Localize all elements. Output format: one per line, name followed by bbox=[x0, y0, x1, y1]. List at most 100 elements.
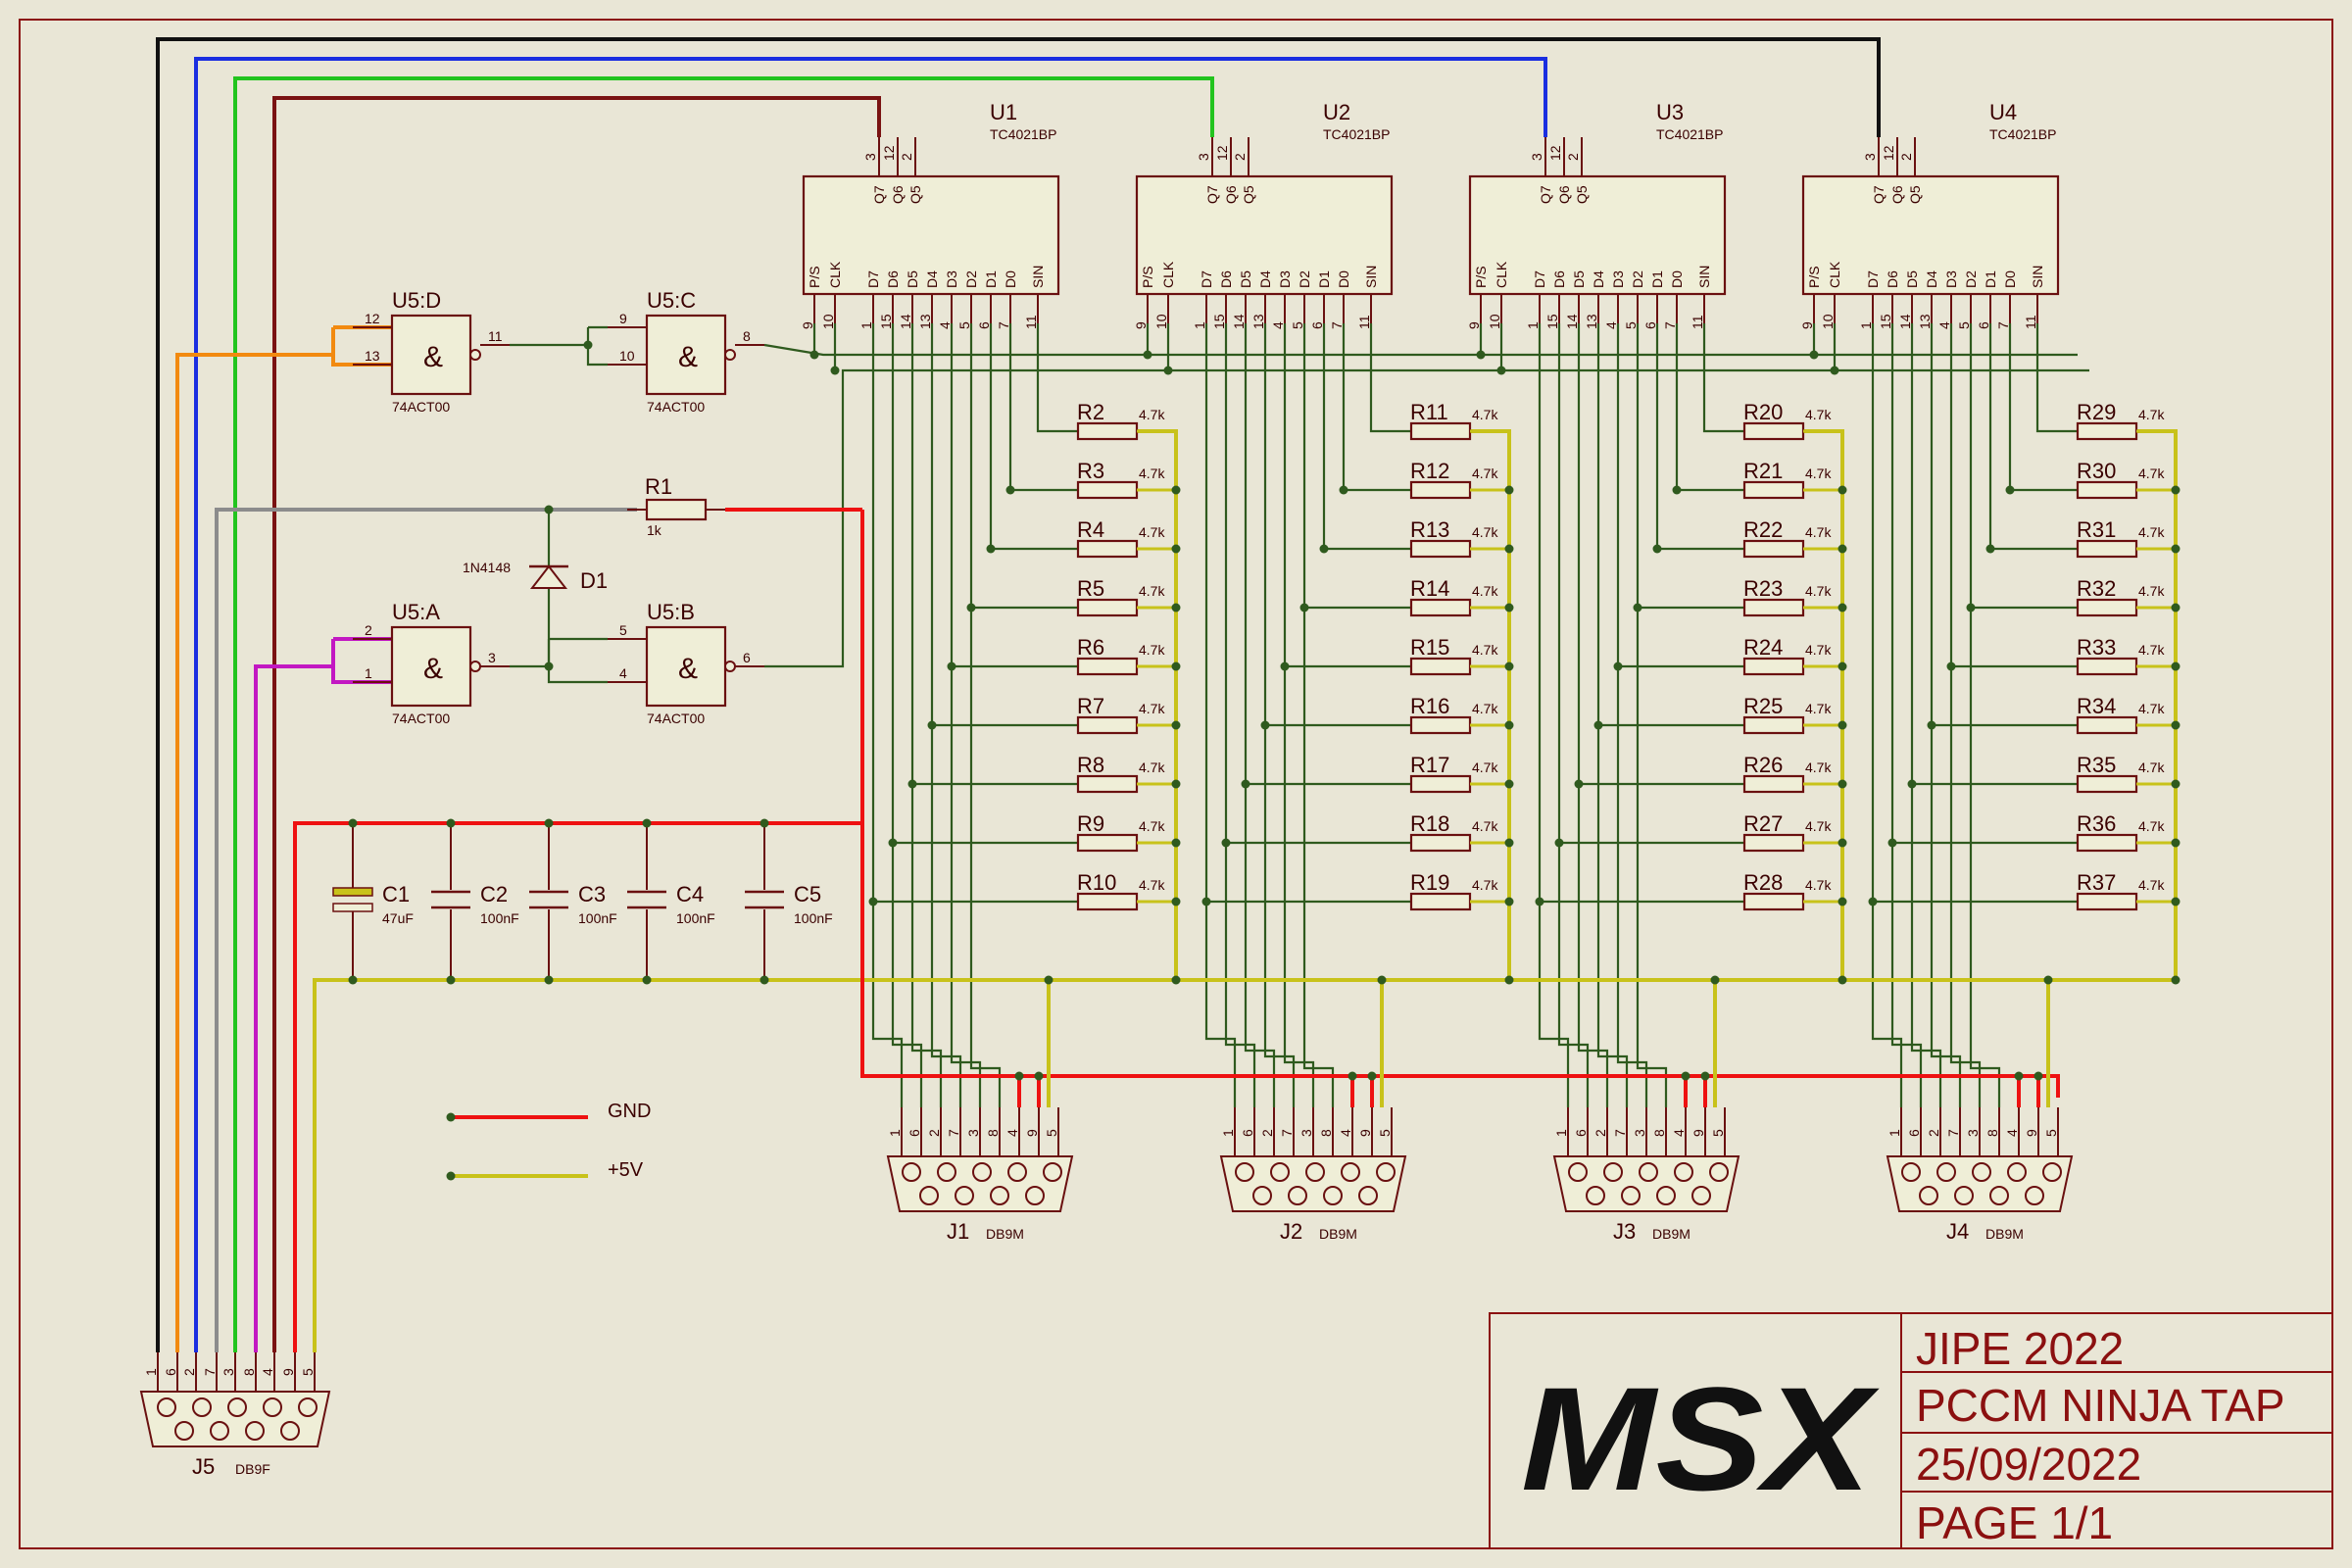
connector-pin-socket bbox=[174, 1421, 194, 1441]
wire-data-pull bbox=[1871, 323, 2078, 904]
ic-pin-number: 9 bbox=[800, 321, 815, 329]
resistor-r4: R4 4.7k bbox=[1076, 517, 1176, 559]
junction-dot bbox=[1838, 485, 1847, 495]
junction-dot bbox=[1809, 350, 1819, 360]
resistor-value: 4.7k bbox=[1472, 642, 1498, 658]
connector-pin-socket bbox=[1954, 1186, 1974, 1205]
connector-ref: J2 bbox=[1280, 1219, 1302, 1244]
ic-u2: U2 TC4021BP 3 Q7 12 Q6 2 Q5 P/S 9 CLK 10 D7 1 D6 15 D5 14… bbox=[1133, 100, 1394, 329]
ic-pin-label: D4 bbox=[1591, 270, 1606, 288]
resistor-r34: R34 4.7k bbox=[2076, 694, 2176, 735]
ic-pin-number: 1 bbox=[1525, 321, 1541, 329]
ic-pin-number: 6 bbox=[1642, 321, 1658, 329]
connector-pin-number: 9 bbox=[2024, 1129, 2039, 1137]
resistor-r12: R12 4.7k bbox=[1409, 459, 1509, 500]
wire-data-pull bbox=[910, 323, 1078, 786]
components: &U5:D74ACT00121311&U5:C74ACT009108&U5:A7… bbox=[139, 100, 2176, 1479]
junction-dot bbox=[1367, 1071, 1377, 1081]
ic-pin-label: D2 bbox=[1297, 270, 1312, 288]
junction-dot bbox=[1377, 975, 1387, 985]
ic-ref: U2 bbox=[1323, 100, 1350, 124]
resistor-value: 4.7k bbox=[1472, 524, 1498, 540]
resistor-ref: R18 bbox=[1410, 811, 1449, 836]
junction-dot bbox=[2171, 897, 2180, 906]
junction-dot bbox=[1163, 366, 1173, 375]
ic-pin-label: Q6 bbox=[890, 185, 906, 204]
ic-pin-label: Q5 bbox=[1574, 185, 1590, 204]
gate-pin-number: 6 bbox=[743, 650, 751, 665]
cap-ref: C3 bbox=[578, 882, 606, 906]
resistor-body bbox=[1076, 539, 1139, 559]
cap-ref: C4 bbox=[676, 882, 704, 906]
junction-dot bbox=[1838, 838, 1847, 848]
junction-dot bbox=[1633, 603, 1642, 612]
connector-pin-socket bbox=[280, 1421, 300, 1441]
resistor-r3: R3 4.7k bbox=[1076, 459, 1176, 500]
junction-dot bbox=[1504, 779, 1514, 789]
r1-value: 1k bbox=[647, 522, 662, 538]
connector-pin-number: 1 bbox=[143, 1368, 159, 1376]
wire-data-pull bbox=[1890, 323, 2078, 845]
ic-pin-label: D6 bbox=[1885, 270, 1900, 288]
junction-dot bbox=[2043, 975, 2053, 985]
junction-dot bbox=[1593, 720, 1603, 730]
resistor-r35: R35 4.7k bbox=[2076, 753, 2176, 794]
junction-dot bbox=[1700, 1071, 1710, 1081]
resistor-r24: R24 4.7k bbox=[1742, 635, 1842, 676]
ic-pin-label: CLK bbox=[827, 261, 843, 288]
title-line-year: JIPE 2022 bbox=[1916, 1323, 2124, 1374]
resistor-ref: R2 bbox=[1077, 400, 1104, 424]
title-line-project: PCCM NINJA TAP bbox=[1916, 1380, 2285, 1431]
resistor-value: 4.7k bbox=[1472, 701, 1498, 716]
junction-dot bbox=[2171, 485, 2180, 495]
junction-dot bbox=[1260, 720, 1270, 730]
junction-dot bbox=[2171, 544, 2180, 554]
connector-pin-number: 4 bbox=[1338, 1129, 1353, 1137]
ic-pin-label: D4 bbox=[1924, 270, 1939, 288]
resistor-ref: R28 bbox=[1743, 870, 1783, 895]
junction-dot bbox=[1171, 720, 1181, 730]
junction-dot bbox=[1838, 662, 1847, 671]
connector-ref: J1 bbox=[947, 1219, 969, 1244]
resistor-r15: R15 4.7k bbox=[1409, 635, 1509, 676]
junction-dot bbox=[2171, 720, 2180, 730]
junction-dot bbox=[1221, 838, 1231, 848]
resistor-value: 4.7k bbox=[2138, 760, 2165, 775]
resistor-value: 4.7k bbox=[2138, 407, 2165, 422]
ic-pin-number: 10 bbox=[1820, 314, 1836, 329]
ic-pin-label: D1 bbox=[983, 270, 999, 288]
resistor-body bbox=[1742, 715, 1805, 735]
resistor-r19: R19 4.7k bbox=[1409, 870, 1509, 911]
junction-dot bbox=[1838, 544, 1847, 554]
junction-dot bbox=[1504, 897, 1514, 906]
connector-type: DB9M bbox=[1652, 1226, 1690, 1242]
connector-pin-socket bbox=[192, 1397, 212, 1417]
gate-inverter-bubble bbox=[724, 349, 736, 361]
connector-pin-number: 5 bbox=[1044, 1129, 1059, 1137]
connector-pin-socket bbox=[1341, 1162, 1360, 1182]
connector-pin-number: 3 bbox=[1298, 1129, 1314, 1137]
connector-pin-socket bbox=[2007, 1162, 2027, 1182]
gate-part: 74ACT00 bbox=[392, 399, 450, 415]
resistor-body bbox=[1409, 480, 1472, 500]
connector-pin-number: 1 bbox=[1553, 1129, 1569, 1137]
junction-dot bbox=[1838, 975, 1847, 985]
ic-pin-label: SIN bbox=[2030, 266, 2045, 288]
wire-conn-signal bbox=[969, 608, 1002, 1107]
cap-value: 100nF bbox=[676, 910, 715, 926]
connector-pin-number: 9 bbox=[1357, 1129, 1373, 1137]
connector-pin-number: 9 bbox=[1690, 1129, 1706, 1137]
junction-dot bbox=[1887, 838, 1897, 848]
ic-pin-number: 6 bbox=[1976, 321, 1991, 329]
connector-pin-socket bbox=[1901, 1162, 1921, 1182]
connector-pin-number: 8 bbox=[1651, 1129, 1667, 1137]
connector-pin-socket bbox=[245, 1421, 265, 1441]
connector-pin-socket bbox=[902, 1162, 921, 1182]
ic-pin-label: D6 bbox=[1551, 270, 1567, 288]
title-line-page: PAGE 1/1 bbox=[1916, 1497, 2113, 1548]
ic-pin-label: D2 bbox=[1963, 270, 1979, 288]
connector-pin-socket bbox=[937, 1162, 956, 1182]
resistor-value: 4.7k bbox=[2138, 877, 2165, 893]
junction-dot bbox=[1554, 838, 1564, 848]
junction-dot bbox=[1504, 975, 1514, 985]
